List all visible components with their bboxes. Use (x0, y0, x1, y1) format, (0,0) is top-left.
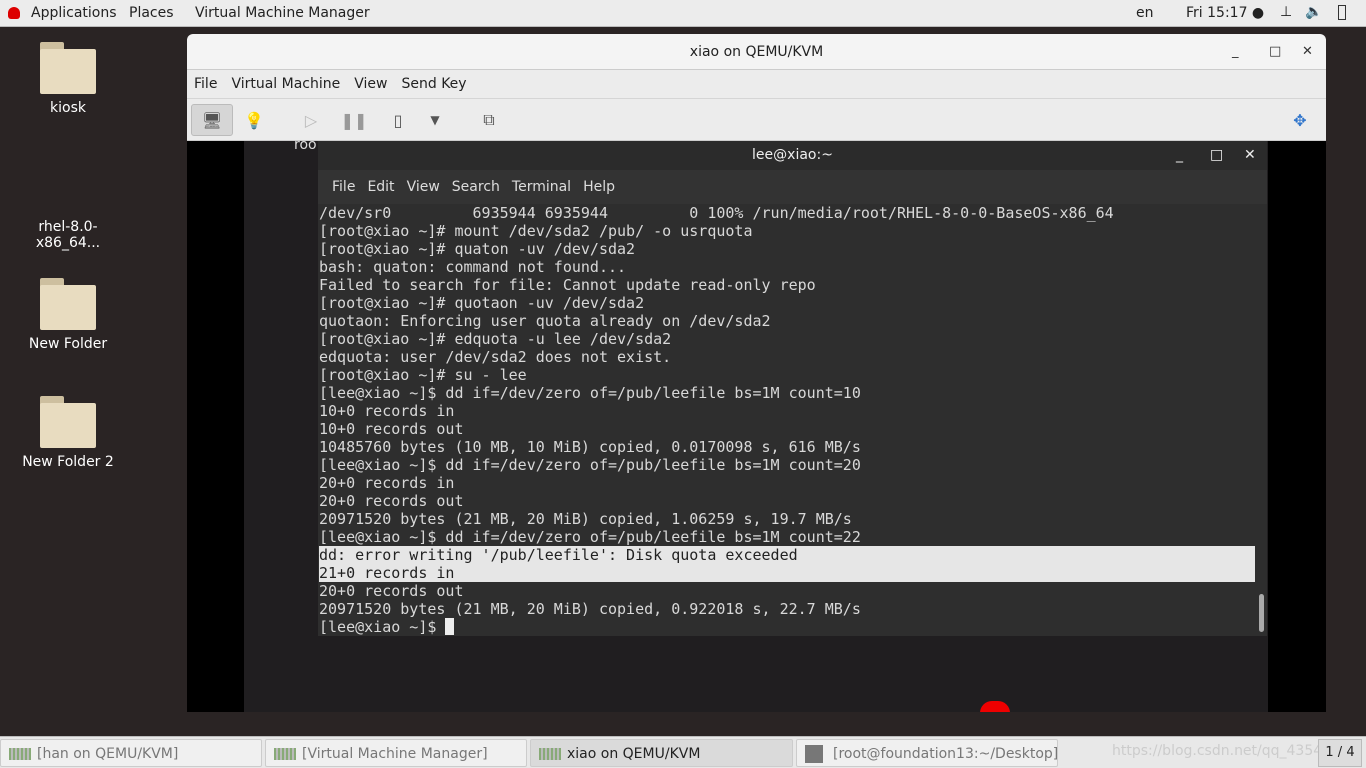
terminal-line: 20+0 records in (319, 474, 455, 492)
fullscreen-icon: ✥ (1293, 110, 1307, 130)
terminal-line: [lee@xiao ~]$ dd if=/dev/zero of=/pub/le… (319, 528, 861, 546)
menu-virtual-machine[interactable]: Virtual Machine (224, 70, 347, 92)
console-button[interactable]: 🖥 (191, 104, 233, 136)
terminal-close-button[interactable]: ✕ (1244, 141, 1256, 170)
vmm-app-menu[interactable]: Virtual Machine Manager (195, 5, 370, 21)
desktop-icon-kiosk[interactable]: kiosk (8, 42, 128, 116)
terminal-line: quotaon: Enforcing user quota already on… (319, 312, 771, 330)
terminal-line: 20+0 records out (319, 492, 464, 510)
home-folder-icon (40, 42, 96, 94)
fullscreen-button[interactable]: ✥ (1279, 104, 1321, 136)
terminal-line: 10+0 records in (319, 402, 455, 420)
chevron-down-icon: ▼ (430, 113, 440, 127)
terminal-titlebar[interactable]: lee@xiao:~ _ □ ✕ (318, 141, 1267, 170)
terminal-line: 10+0 records out (319, 420, 464, 438)
vmm-icon (9, 748, 31, 760)
close-button[interactable]: ✕ (1302, 34, 1313, 70)
terminal-menu-edit[interactable]: Edit (361, 170, 400, 195)
folder-icon (40, 396, 96, 448)
menu-view[interactable]: View (347, 70, 394, 92)
monitor-icon: 🖥 (201, 110, 223, 130)
task-root-terminal[interactable]: [root@foundation13:~/Desktop] (796, 739, 1058, 767)
terminal-menu-help[interactable]: Help (577, 170, 621, 195)
vm-window: xiao on QEMU/KVM _ □ ✕ File Virtual Machi… (187, 34, 1326, 712)
battery-icon[interactable] (1338, 5, 1346, 20)
snapshots-button[interactable]: ⧉ (468, 104, 510, 136)
terminal-menu-view[interactable]: View (401, 170, 446, 195)
menu-send-key[interactable]: Send Key (394, 70, 473, 92)
terminal-prompt: [lee@xiao ~]$ (319, 618, 446, 636)
guest-desktop-label: roo (294, 137, 317, 153)
play-icon: ▷ (304, 110, 318, 130)
terminal-output[interactable]: /dev/sr0 6935944 6935944 0 100% /run/med… (318, 204, 1267, 636)
task-xiao-vm[interactable]: xiao on QEMU/KVM (530, 739, 793, 767)
network-icon[interactable]: ⊥ (1280, 4, 1292, 20)
menu-file[interactable]: File (187, 70, 224, 92)
terminal-menu-search[interactable]: Search (446, 170, 506, 195)
places-menu[interactable]: Places (129, 5, 174, 21)
redhat-logo-icon (8, 7, 20, 19)
terminal-line: 20971520 bytes (21 MB, 20 MiB) copied, 0… (319, 600, 861, 618)
terminal-line: [lee@xiao ~]$ dd if=/dev/zero of=/pub/le… (319, 456, 861, 474)
maximize-button[interactable]: □ (1269, 34, 1281, 70)
terminal-line: 10485760 bytes (10 MB, 10 MiB) copied, 0… (319, 438, 861, 456)
vm-window-title: xiao on QEMU/KVM (689, 44, 824, 60)
terminal-icon (805, 745, 823, 763)
lightbulb-icon: 💡 (244, 110, 264, 130)
terminal-line: [root@xiao ~]# quotaon -uv /dev/sda2 (319, 294, 645, 312)
workspace-switcher[interactable]: 1 / 4 (1318, 739, 1362, 767)
folder-icon (40, 278, 96, 330)
taskbar: [han on QEMU/KVM] [Virtual Machine Manag… (0, 736, 1366, 768)
desktop-icon-new-folder[interactable]: New Folder (8, 278, 128, 352)
terminal-line: /dev/sr0 6935944 6935944 0 100% /run/med… (319, 204, 1114, 222)
terminal-line: 20+0 records out (319, 582, 464, 600)
terminal-line: [root@xiao ~]# su - lee (319, 366, 527, 384)
pause-icon: ❚❚ (340, 110, 368, 130)
language-indicator[interactable]: en (1136, 5, 1154, 21)
terminal-window: lee@xiao:~ _ □ ✕ File Edit View Search Termi… (318, 141, 1267, 636)
volume-icon[interactable]: 🔈 (1305, 4, 1322, 20)
terminal-line: Failed to search for file: Cannot update… (319, 276, 816, 294)
task-virtual-machine-manager[interactable]: [Virtual Machine Manager] (265, 739, 527, 767)
top-bar: Applications Places Virtual Machine Mana… (0, 0, 1366, 27)
shutdown-dropdown[interactable]: ▼ (415, 104, 455, 136)
vm-toolbar: 🖥 💡 ▷ ❚❚ ▯ ▼ ⧉ ✥ (187, 99, 1326, 141)
details-button[interactable]: 💡 (233, 104, 275, 136)
terminal-line: edquota: user /dev/sda2 does not exist. (319, 348, 672, 366)
redhat-logo (980, 701, 1010, 712)
minimize-button[interactable]: _ (1232, 34, 1239, 70)
terminal-line: [root@xiao ~]# mount /dev/sda2 /pub/ -o … (319, 222, 753, 240)
vmm-icon (539, 748, 561, 760)
terminal-menu-terminal[interactable]: Terminal (506, 170, 577, 195)
csdn-watermark: https://blog.csdn.net/qq_4354 (1112, 743, 1323, 759)
task-han-vm[interactable]: [han on QEMU/KVM] (0, 739, 262, 767)
vm-titlebar[interactable]: xiao on QEMU/KVM _ □ ✕ (187, 34, 1326, 70)
power-icon: ▯ (393, 110, 403, 130)
terminal-maximize-button[interactable]: □ (1210, 141, 1223, 170)
snapshots-icon: ⧉ (483, 110, 495, 129)
terminal-line: dd: error writing '/pub/leefile': Disk q… (319, 546, 1255, 564)
terminal-line: [lee@xiao ~]$ dd if=/dev/zero of=/pub/le… (319, 384, 861, 402)
clock[interactable]: Fri 15:17 ● (1186, 5, 1264, 21)
terminal-title: lee@xiao:~ (752, 147, 833, 163)
terminal-menubar: File Edit View Search Terminal Help (318, 170, 1267, 204)
applications-menu[interactable]: Applications (31, 5, 117, 21)
terminal-line: bash: quaton: command not found... (319, 258, 627, 276)
terminal-prompt-line: [lee@xiao ~]$ (319, 618, 1267, 636)
terminal-cursor (445, 618, 455, 635)
terminal-minimize-button[interactable]: _ (1176, 141, 1183, 170)
terminal-scrollbar[interactable] (1259, 594, 1264, 632)
terminal-line: [root@xiao ~]# quaton -uv /dev/sda2 (319, 240, 636, 258)
pause-button[interactable]: ❚❚ (333, 104, 375, 136)
vm-menubar: File Virtual Machine View Send Key (187, 70, 1326, 99)
shutdown-button[interactable]: ▯ (377, 104, 419, 136)
terminal-line: 20971520 bytes (21 MB, 20 MiB) copied, 1… (319, 510, 852, 528)
desktop-icon-new-folder-2[interactable]: New Folder 2 (8, 396, 128, 470)
desktop-icon-rhel-iso[interactable]: rhel-8.0-x86_64... (8, 219, 128, 251)
vmm-icon (274, 748, 296, 760)
terminal-menu-file[interactable]: File (326, 170, 361, 195)
terminal-line: [root@xiao ~]# edquota -u lee /dev/sda2 (319, 330, 672, 348)
terminal-line: 21+0 records in (319, 564, 1255, 582)
run-button[interactable]: ▷ (290, 104, 332, 136)
